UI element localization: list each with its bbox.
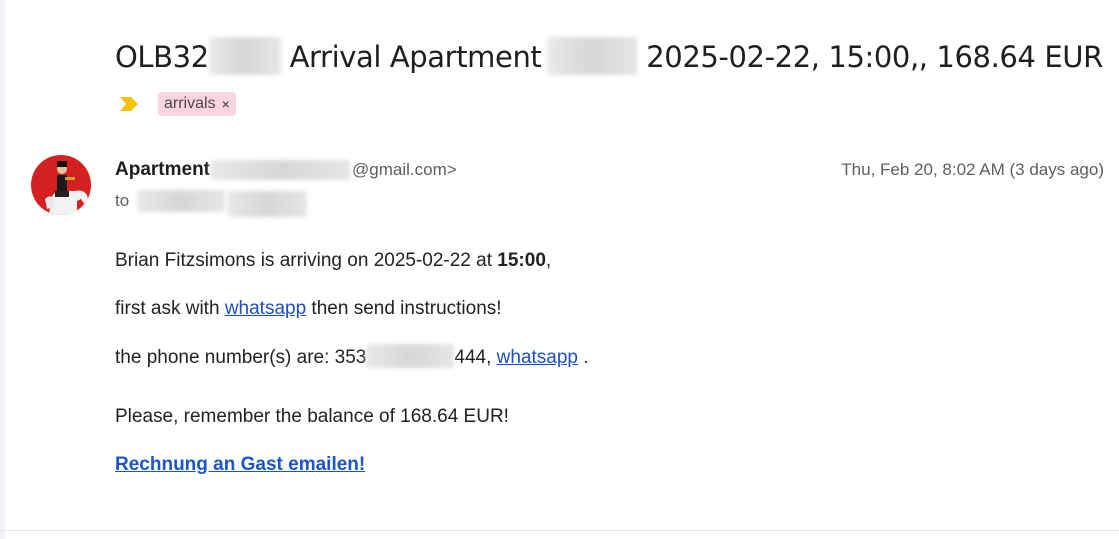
subject-part-3: 2025-02-22, 15:00,, 168.64 EUR — [646, 40, 1103, 74]
avatar-rider-icon — [31, 155, 91, 215]
email-invoice-link[interactable]: Rechnung an Gast emailen! — [115, 454, 365, 475]
body-line-invoice: Rechnung an Gast emailen! — [115, 454, 365, 476]
arrival-time: 15:00 — [497, 250, 546, 271]
label-chip-text: arrivals — [164, 95, 216, 112]
redacted-subject-code — [208, 37, 281, 75]
instructions-text-end: then send instructions! — [306, 298, 502, 319]
whatsapp-link[interactable]: whatsapp — [225, 298, 306, 319]
sender-row: Apartment @gmail.com> — [115, 158, 457, 182]
redacted-recipient-extra — [227, 191, 308, 217]
subject-part-1: OLB32 — [115, 40, 209, 74]
importance-icon[interactable] — [118, 96, 140, 112]
whatsapp-phone-link[interactable]: whatsapp — [497, 347, 578, 368]
recipient-row: to — [115, 188, 308, 217]
subject-part-2: Arrival Apartment — [289, 40, 542, 74]
remove-label-icon[interactable]: × — [222, 96, 230, 112]
body-line-phone: the phone number(s) are: 353 444, whatsap… — [115, 344, 589, 369]
body-line-balance: Please, remember the balance of 168.64 E… — [115, 406, 509, 427]
sender-name[interactable]: Apartment — [115, 159, 210, 181]
arrival-punct: , — [545, 250, 552, 271]
left-panel-edge — [0, 0, 5, 539]
body-line-arrival: Brian Fitzsimons is arriving on 2025-02-… — [115, 250, 551, 272]
arrival-text: Brian Fitzsimons is arriving on 2025-02-… — [115, 250, 498, 271]
instructions-text-start: first ask with — [115, 298, 225, 319]
phone-punct: . — [578, 347, 589, 368]
label-chip-arrivals[interactable]: arrivals × — [158, 92, 236, 116]
phone-text-end: 444, — [454, 347, 497, 368]
redacted-sender-details — [210, 160, 351, 180]
phone-text-start: the phone number(s) are: 353 — [115, 347, 367, 368]
sender-email: @gmail.com> — [352, 160, 457, 179]
bottom-divider — [0, 530, 1119, 531]
email-subject: OLB32 Arrival Apartment 2025-02-22, 15:0… — [115, 37, 1103, 75]
email-date: Thu, Feb 20, 8:02 AM (3 days ago) — [841, 160, 1104, 179]
redacted-recipient — [137, 190, 226, 212]
redacted-phone-digits — [366, 344, 455, 369]
label-row: arrivals × — [118, 91, 236, 117]
recipient-prefix: to — [115, 191, 130, 210]
sender-avatar[interactable] — [31, 155, 91, 215]
body-line-instructions: first ask with whatsapp then send instru… — [115, 298, 502, 320]
redacted-apartment-name — [547, 37, 638, 75]
